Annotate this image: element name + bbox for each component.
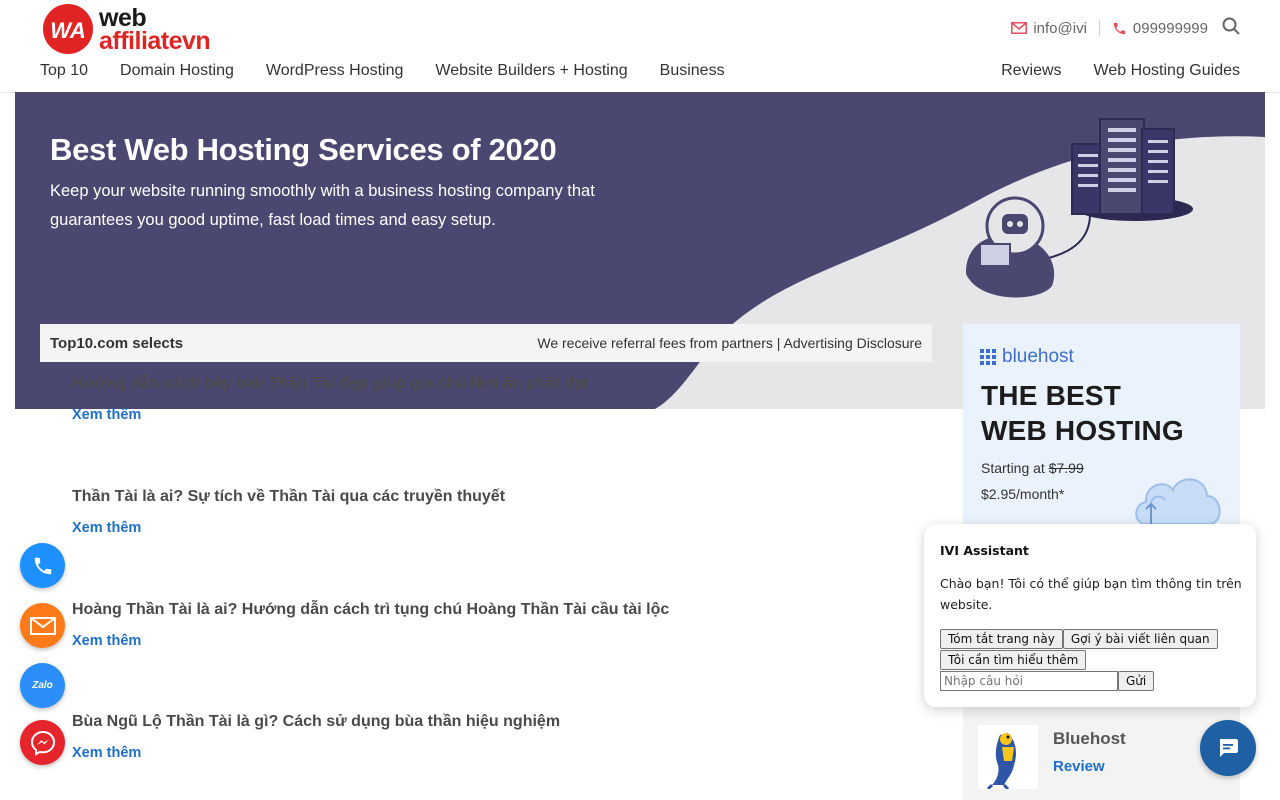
assistant-input-row: Gửi bbox=[940, 671, 1155, 692]
search-button[interactable] bbox=[1222, 17, 1240, 39]
hostgator-mascot-icon bbox=[986, 733, 1016, 791]
ad-starting-at: Starting at bbox=[981, 460, 1045, 476]
hero-title: Best Web Hosting Services of 2020 bbox=[50, 132, 557, 167]
list-item: Hoàng Thần Tài là ai? Hướng dẫn cách trì… bbox=[72, 599, 892, 650]
email-text: info@ivi bbox=[1033, 19, 1087, 37]
ad-headline-line-2: WEB HOSTING bbox=[981, 415, 1184, 446]
email-link[interactable]: info@ivi bbox=[1011, 20, 1087, 37]
review-card: Bluehost Review bbox=[963, 705, 1240, 800]
read-more-link[interactable]: Xem thêm bbox=[72, 520, 141, 536]
question-input[interactable] bbox=[940, 671, 1118, 691]
article-title[interactable]: Bùa Ngũ Lộ Thần Tài là gì? Cách sử dụng … bbox=[72, 711, 892, 733]
suggest-related-button[interactable]: Gợi ý bài viết liên quan bbox=[1062, 629, 1218, 649]
ad-old-price: $7.99 bbox=[1048, 460, 1084, 476]
phone-text: 099999999 bbox=[1132, 19, 1208, 37]
list-item: Thần Tài là ai? Sự tích về Thần Tài qua … bbox=[72, 486, 892, 537]
chat-toggle-button[interactable] bbox=[1200, 720, 1256, 776]
contact-divider bbox=[1098, 20, 1100, 36]
article-title[interactable]: Hướng dẫn cách bày ban Thần Tài đẹp giúp… bbox=[72, 373, 892, 395]
article-title[interactable]: Hoàng Thần Tài là ai? Hướng dẫn cách trì… bbox=[72, 599, 892, 621]
article-title[interactable]: Thần Tài là ai? Sự tích về Thần Tài qua … bbox=[72, 486, 892, 508]
ad-brand: bluehost bbox=[980, 346, 1074, 368]
nav-item-domain-hosting[interactable]: Domain Hosting bbox=[120, 62, 234, 80]
selection-bar-label: Top10.com selects bbox=[50, 334, 184, 352]
zalo-button[interactable]: Zalo bbox=[20, 663, 65, 708]
messenger-button[interactable] bbox=[20, 720, 65, 765]
ad-headline: THE BEST WEB HOSTING bbox=[981, 378, 1184, 448]
search-icon bbox=[1222, 17, 1240, 35]
advertising-disclosure-link[interactable]: We receive referral fees from partners |… bbox=[537, 335, 922, 351]
summarize-page-button[interactable]: Tóm tắt trang này bbox=[940, 629, 1063, 649]
logo-mark-icon: WA bbox=[43, 4, 93, 54]
read-more-link[interactable]: Xem thêm bbox=[72, 407, 141, 423]
phone-icon bbox=[34, 557, 51, 574]
header-contact: info@ivi 099999999 bbox=[1011, 16, 1240, 40]
nav-item-business[interactable]: Business bbox=[660, 62, 725, 80]
bluehost-grid-icon bbox=[980, 349, 996, 365]
main-nav: Top 10 Domain Hosting WordPress Hosting … bbox=[40, 62, 725, 80]
phone-icon bbox=[1113, 22, 1126, 34]
read-more-link[interactable]: Xem thêm bbox=[72, 745, 141, 761]
ad-new-price: $2.95/month* bbox=[981, 486, 1065, 502]
site-header: WA web affiliatevn info@ivi 099999999 To… bbox=[0, 0, 1280, 93]
review-card-image bbox=[978, 725, 1038, 791]
selection-bar: Top10.com selects We receive referral fe… bbox=[40, 324, 932, 362]
assistant-panel: IVI Assistant Chào bạn! Tôi có thể giúp … bbox=[924, 524, 1256, 707]
nav-item-wordpress-hosting[interactable]: WordPress Hosting bbox=[266, 62, 404, 80]
secondary-nav: Reviews Web Hosting Guides bbox=[1001, 62, 1240, 80]
envelope-icon bbox=[1011, 22, 1028, 34]
ad-brand-name: bluehost bbox=[1002, 346, 1074, 367]
nav-item-website-builders[interactable]: Website Builders + Hosting bbox=[435, 62, 627, 80]
learn-more-button[interactable]: Tôi cần tìm hiểu thêm bbox=[940, 650, 1087, 670]
assistant-title: IVI Assistant bbox=[940, 543, 1029, 558]
cloud-upload-icon bbox=[1135, 478, 1221, 524]
phone-link[interactable]: 099999999 bbox=[1112, 20, 1208, 37]
zalo-icon: Zalo bbox=[32, 680, 53, 691]
ad-starting-price: Starting at $7.99 bbox=[981, 460, 1084, 476]
assistant-quick-actions: Tóm tắt trang này Gợi ý bài viết liên qua… bbox=[940, 629, 1240, 671]
review-card-name: Bluehost bbox=[1053, 729, 1126, 748]
bluehost-ad-banner[interactable]: bluehost THE BEST WEB HOSTING Starting a… bbox=[963, 324, 1240, 524]
server-illustration-icon bbox=[965, 118, 1193, 298]
list-item: Bùa Ngũ Lộ Thần Tài là gì? Cách sử dụng … bbox=[72, 711, 892, 762]
messenger-icon bbox=[30, 730, 55, 756]
envelope-icon bbox=[29, 616, 56, 635]
hero-subtitle: Keep your website running smoothly with … bbox=[50, 182, 595, 229]
assistant-message: Chào bạn! Tôi có thể giúp bạn tìm thông … bbox=[940, 576, 1242, 612]
logo-text-affiliatevn: affiliatevn bbox=[99, 27, 211, 55]
list-item: Hướng dẫn cách bày ban Thần Tài đẹp giúp… bbox=[72, 373, 892, 424]
call-button[interactable] bbox=[20, 543, 65, 588]
read-more-link[interactable]: Xem thêm bbox=[72, 633, 141, 649]
nav-item-web-hosting-guides[interactable]: Web Hosting Guides bbox=[1094, 62, 1240, 80]
nav-item-top-10[interactable]: Top 10 bbox=[40, 62, 88, 80]
ad-headline-line-1: THE BEST bbox=[981, 380, 1122, 411]
chat-bubble-icon bbox=[1220, 739, 1238, 757]
review-link[interactable]: Review bbox=[1053, 758, 1105, 775]
send-button[interactable]: Gửi bbox=[1118, 671, 1155, 691]
svg-text:WA: WA bbox=[50, 18, 85, 43]
nav-item-reviews[interactable]: Reviews bbox=[1001, 62, 1061, 80]
site-logo[interactable]: WA web affiliatevn bbox=[42, 3, 222, 55]
email-button[interactable] bbox=[20, 603, 65, 648]
